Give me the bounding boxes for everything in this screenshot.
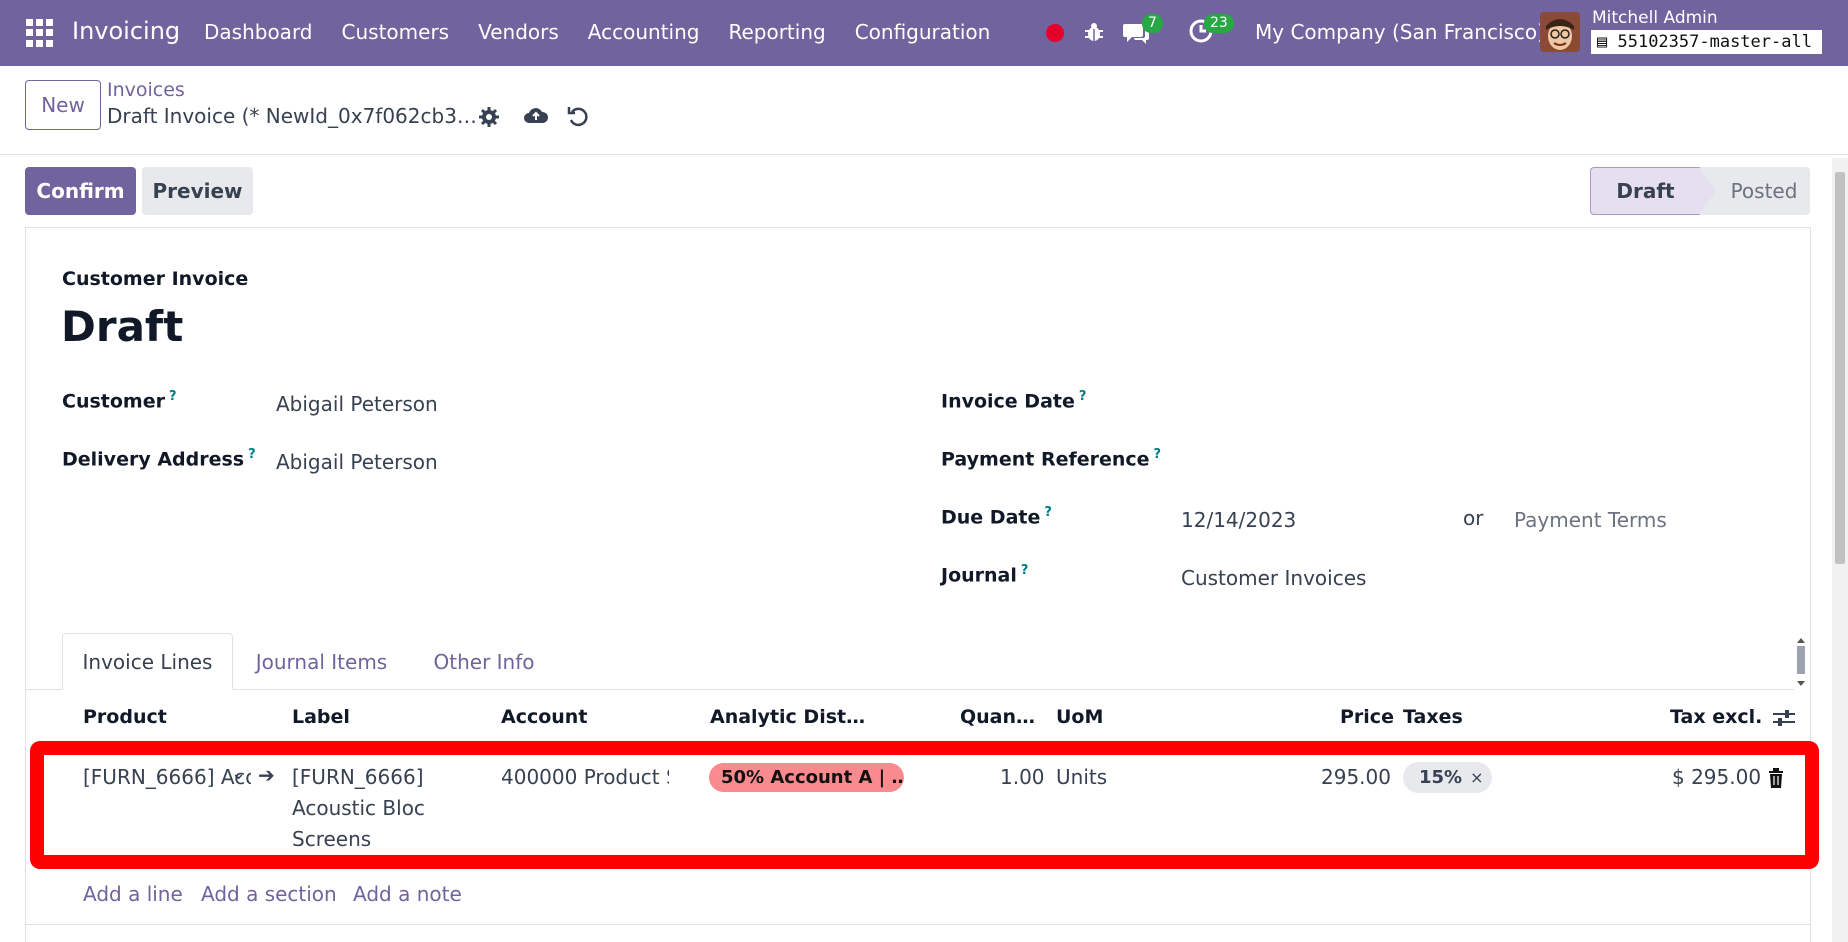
- breadcrumb-current-record: Draft Invoice (* NewId_0x7f062cb3…: [107, 104, 477, 128]
- row-analytic-distribution-tag[interactable]: 50% Account A | …: [709, 763, 904, 792]
- add-note-link[interactable]: Add a note: [353, 882, 462, 906]
- apps-menu-icon[interactable]: [26, 19, 54, 47]
- new-button[interactable]: New: [25, 80, 101, 130]
- confirm-button[interactable]: Confirm: [25, 167, 136, 215]
- document-name: Draft: [61, 302, 184, 351]
- remove-tax-icon[interactable]: ×: [1470, 768, 1483, 787]
- row-label-line3[interactable]: Screens: [292, 827, 371, 851]
- control-panel: New Invoices Draft Invoice (* NewId_0x7f…: [0, 66, 1848, 155]
- customer-label: Customer?: [62, 389, 177, 413]
- column-header-account[interactable]: Account: [501, 706, 587, 728]
- delivery-address-field[interactable]: Abigail Peterson: [276, 450, 438, 474]
- menu-item-dashboard[interactable]: Dashboard: [204, 20, 313, 44]
- user-name[interactable]: Mitchell Admin: [1592, 8, 1718, 28]
- gear-icon[interactable]: [478, 106, 500, 128]
- row-uom-field[interactable]: Units: [1056, 765, 1107, 789]
- status-posted[interactable]: Posted: [1700, 167, 1810, 215]
- column-header-analytic[interactable]: Analytic Dist…: [710, 706, 865, 728]
- column-header-product[interactable]: Product: [83, 706, 167, 728]
- user-avatar[interactable]: [1540, 12, 1580, 52]
- menu-item-reporting[interactable]: Reporting: [728, 20, 825, 44]
- database-name-badge: ▤ 55102357-master-all: [1591, 30, 1822, 54]
- dropdown-caret-icon[interactable]: ⌄: [231, 763, 246, 784]
- column-header-quantity[interactable]: Quan…: [960, 706, 1035, 728]
- help-tooltip-icon[interactable]: ?: [169, 389, 177, 404]
- add-line-link[interactable]: Add a line: [83, 882, 183, 906]
- delivery-address-label: Delivery Address?: [62, 447, 256, 471]
- company-switcher[interactable]: My Company (San Francisco): [1255, 20, 1545, 44]
- invoice-date-label: Invoice Date?: [941, 389, 1087, 413]
- tabs-scrollbar[interactable]: [1796, 638, 1806, 686]
- row-tax-tag[interactable]: 15% ×: [1403, 762, 1492, 793]
- menu-item-vendors[interactable]: Vendors: [478, 20, 559, 44]
- app-name[interactable]: Invoicing: [72, 17, 180, 45]
- menu-item-customers[interactable]: Customers: [342, 20, 450, 44]
- save-cloud-icon[interactable]: [523, 104, 549, 128]
- column-header-price[interactable]: Price: [1340, 706, 1394, 728]
- messages-count-badge: 7: [1142, 14, 1163, 33]
- row-account-field[interactable]: 400000 Product Sa: [501, 765, 669, 789]
- table-bottom-divider: [26, 924, 1810, 925]
- row-product-field[interactable]: [FURN_6666] Acou: [83, 765, 251, 789]
- tab-other-info[interactable]: Other Info: [420, 633, 548, 690]
- column-header-label[interactable]: Label: [292, 706, 350, 728]
- tab-journal-items[interactable]: Journal Items: [240, 633, 403, 690]
- breadcrumb-invoices-link[interactable]: Invoices: [107, 79, 185, 101]
- journal-label: Journal?: [941, 563, 1029, 587]
- trash-icon[interactable]: [1767, 768, 1785, 788]
- main-menu: Dashboard Customers Vendors Accounting R…: [204, 20, 1019, 44]
- status-arrow: [1698, 167, 1716, 215]
- row-subtotal: $ 295.00: [1672, 765, 1762, 789]
- payment-terms-field[interactable]: Payment Terms: [1514, 508, 1667, 532]
- page-scrollbar-thumb[interactable]: [1835, 172, 1845, 564]
- document-type-label: Customer Invoice: [62, 268, 249, 290]
- payment-reference-label: Payment Reference?: [941, 447, 1162, 471]
- or-text: or: [1463, 506, 1484, 530]
- database-icon: ▤: [1597, 32, 1618, 52]
- record-indicator-icon[interactable]: [1046, 24, 1064, 42]
- column-header-taxes[interactable]: Taxes: [1403, 706, 1463, 728]
- journal-field[interactable]: Customer Invoices: [1181, 566, 1366, 590]
- due-date-label: Due Date?: [941, 505, 1052, 529]
- help-tooltip-icon[interactable]: ?: [1079, 389, 1087, 404]
- menu-item-accounting[interactable]: Accounting: [588, 20, 700, 44]
- row-label-line1[interactable]: [FURN_6666]: [292, 765, 424, 789]
- row-price-field[interactable]: 295.00: [1321, 765, 1391, 789]
- status-bar: Draft Posted: [1590, 167, 1810, 215]
- row-quantity-field[interactable]: 1.00: [1000, 765, 1045, 789]
- add-section-link[interactable]: Add a section: [201, 882, 337, 906]
- column-header-tax-excl[interactable]: Tax excl.: [1670, 706, 1762, 728]
- status-draft: Draft: [1590, 167, 1700, 215]
- help-tooltip-icon[interactable]: ?: [248, 447, 256, 462]
- top-navbar: Invoicing Dashboard Customers Vendors Ac…: [0, 0, 1848, 66]
- debug-bug-icon[interactable]: [1083, 21, 1105, 43]
- customer-field[interactable]: Abigail Peterson: [276, 392, 438, 416]
- discard-undo-icon[interactable]: [566, 104, 590, 128]
- preview-button[interactable]: Preview: [142, 167, 253, 215]
- menu-item-configuration[interactable]: Configuration: [855, 20, 991, 44]
- payment-reference-field[interactable]: [1181, 448, 1781, 476]
- column-header-uom[interactable]: UoM: [1056, 706, 1103, 728]
- internal-link-arrow-icon[interactable]: ➔: [258, 763, 275, 787]
- help-tooltip-icon[interactable]: ?: [1154, 447, 1162, 462]
- help-tooltip-icon[interactable]: ?: [1021, 563, 1029, 578]
- activity-count-badge: 23: [1204, 14, 1234, 33]
- invoice-date-field[interactable]: [1181, 390, 1781, 418]
- optional-columns-sliders-icon[interactable]: [1772, 707, 1796, 729]
- row-label-line2[interactable]: Acoustic Bloc: [292, 796, 425, 820]
- due-date-field[interactable]: 12/14/2023: [1181, 508, 1296, 532]
- page-scrollbar[interactable]: [1832, 158, 1848, 942]
- help-tooltip-icon[interactable]: ?: [1044, 505, 1052, 520]
- tab-invoice-lines[interactable]: Invoice Lines: [62, 633, 233, 690]
